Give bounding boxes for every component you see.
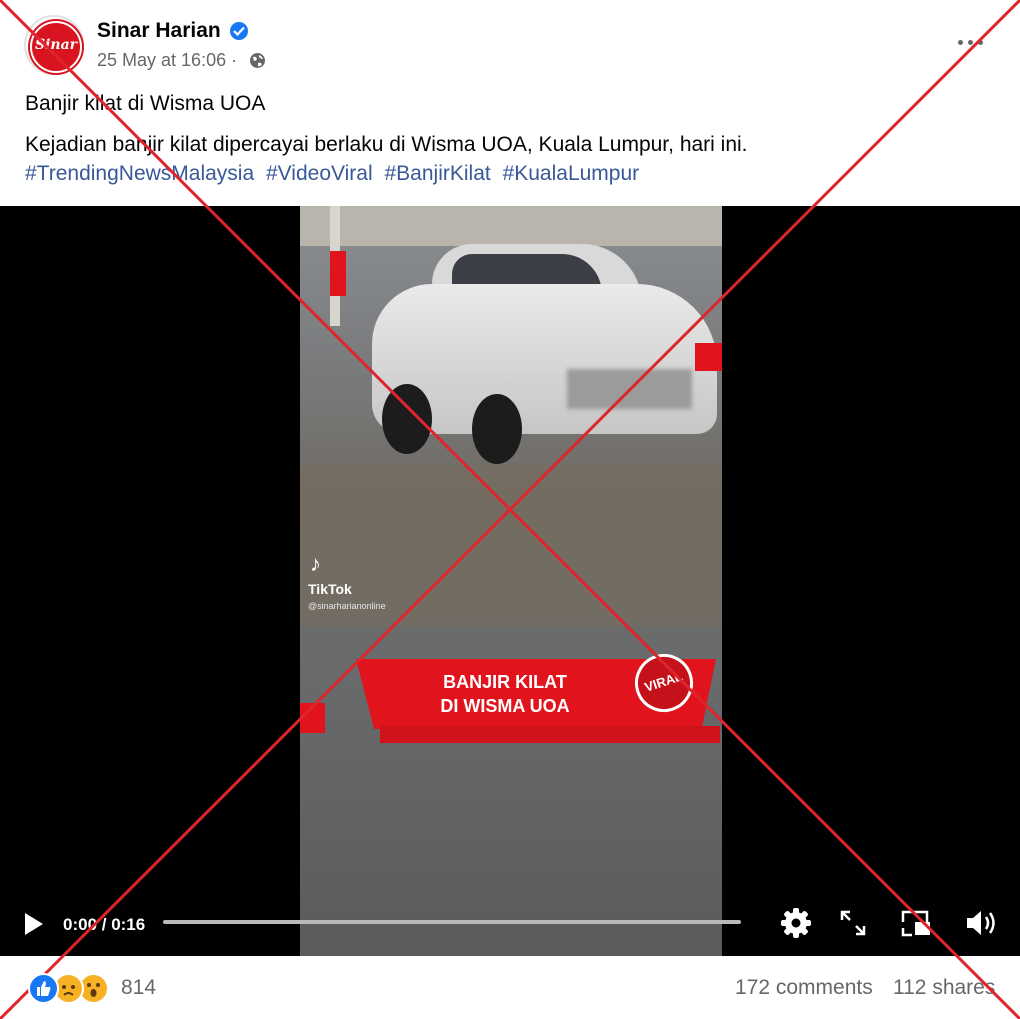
settings-icon	[781, 908, 811, 938]
tiktok-icon: ♪	[310, 551, 321, 576]
video-player[interactable]: ♪ TikTok @sinarharianonline BANJIR KILAT…	[0, 206, 1020, 956]
fullscreen-button[interactable]	[840, 910, 866, 941]
tiktok-handle: @sinarharianonline	[308, 601, 386, 611]
post-body-text: Kejadian banjir kilat dipercayai berlaku…	[25, 133, 748, 156]
reaction-count[interactable]: 814	[121, 976, 156, 1000]
page-avatar[interactable]: Sinar	[24, 15, 84, 75]
car-image	[372, 244, 717, 464]
post-timestamp[interactable]: 25 May at 16:06 ·	[97, 50, 237, 71]
post-header: Sinar Sinar Harian 25 May at 16:06 ·	[0, 0, 1020, 90]
globe-icon	[249, 52, 266, 69]
verified-icon	[230, 22, 248, 40]
volume-button[interactable]	[965, 908, 999, 943]
progress-slider[interactable]	[163, 920, 741, 924]
hashtag-link[interactable]: #KualaLumpur	[503, 162, 640, 185]
hashtag-link[interactable]: #TrendingNewsMalaysia	[25, 162, 254, 185]
fullscreen-icon	[840, 910, 866, 936]
like-icon	[28, 973, 59, 1004]
video-frame: ♪ TikTok @sinarharianonline BANJIR KILAT…	[300, 206, 722, 956]
banner-title: BANJIR KILAT DI WISMA UOA	[440, 672, 570, 716]
pip-icon	[901, 910, 930, 937]
hashtag-link[interactable]: #VideoViral	[266, 162, 373, 185]
play-button[interactable]	[22, 911, 46, 942]
time-display: 0:00 / 0:16	[63, 915, 146, 934]
shares-link[interactable]: 112 shares	[893, 976, 995, 1000]
comments-link[interactable]: 172 comments	[735, 976, 873, 1000]
banner-strip	[380, 726, 720, 743]
sinar-logo: Sinar	[30, 21, 82, 73]
volume-icon	[967, 911, 995, 935]
blurred-plate	[567, 369, 692, 409]
tiktok-label: TikTok	[308, 581, 352, 597]
logo-text: Sinar	[34, 37, 78, 53]
hashtag-link[interactable]: #BanjirKilat	[384, 162, 490, 185]
video-controls: 0:00 / 0:16	[0, 896, 1020, 956]
play-icon	[25, 913, 43, 935]
red-marker	[330, 251, 346, 296]
red-marker	[695, 343, 722, 371]
picture-in-picture-button[interactable]	[900, 908, 932, 943]
hashtag-list: #TrendingNewsMalaysia #VideoViral #Banji…	[25, 162, 645, 186]
reaction-summary[interactable]	[28, 973, 118, 1004]
more-icon	[958, 40, 963, 45]
post-title: Banjir kilat di Wisma UOA	[25, 92, 266, 115]
more-options-button[interactable]	[954, 30, 988, 56]
car-wheel	[382, 384, 432, 454]
building-facade	[300, 206, 722, 246]
page-name-link[interactable]: Sinar Harian	[97, 19, 221, 43]
settings-button[interactable]	[780, 907, 812, 944]
car-wheel	[472, 394, 522, 464]
red-marker	[300, 703, 325, 733]
